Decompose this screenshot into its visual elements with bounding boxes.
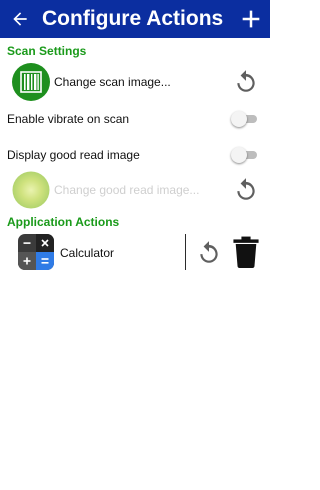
application-actions-header: Application Actions (7, 215, 120, 229)
trash-icon[interactable] (232, 236, 260, 268)
vibrate-toggle[interactable] (231, 111, 257, 127)
add-icon[interactable] (241, 8, 261, 30)
app-bar: Configure Actions (0, 0, 270, 38)
barcode-scan-icon (12, 63, 50, 101)
change-scan-image-label: Change scan image... (54, 75, 171, 89)
change-scan-image-row[interactable]: Change scan image... (0, 62, 270, 102)
calculator-icon (18, 234, 54, 270)
vibrate-row[interactable]: Enable vibrate on scan (0, 108, 270, 130)
vibrate-label: Enable vibrate on scan (7, 112, 130, 126)
change-good-read-image-label: Change good read image... (54, 183, 200, 197)
reset-icon[interactable] (233, 69, 259, 95)
reset-icon[interactable] (196, 240, 222, 266)
good-read-row[interactable]: Display good read image (0, 144, 270, 166)
page-title: Configure Actions (42, 7, 224, 30)
good-read-toggle[interactable] (231, 147, 257, 163)
calculator-label: Calculator (60, 246, 115, 260)
back-arrow-icon[interactable] (10, 9, 30, 29)
reset-icon[interactable] (233, 177, 259, 203)
scan-settings-header: Scan Settings (7, 44, 87, 58)
list-item[interactable]: Calculator (0, 232, 270, 274)
good-read-label: Display good read image (7, 148, 140, 162)
good-read-image-icon (12, 171, 50, 209)
change-good-read-image-row: Change good read image... (0, 170, 270, 210)
divider (185, 234, 186, 270)
